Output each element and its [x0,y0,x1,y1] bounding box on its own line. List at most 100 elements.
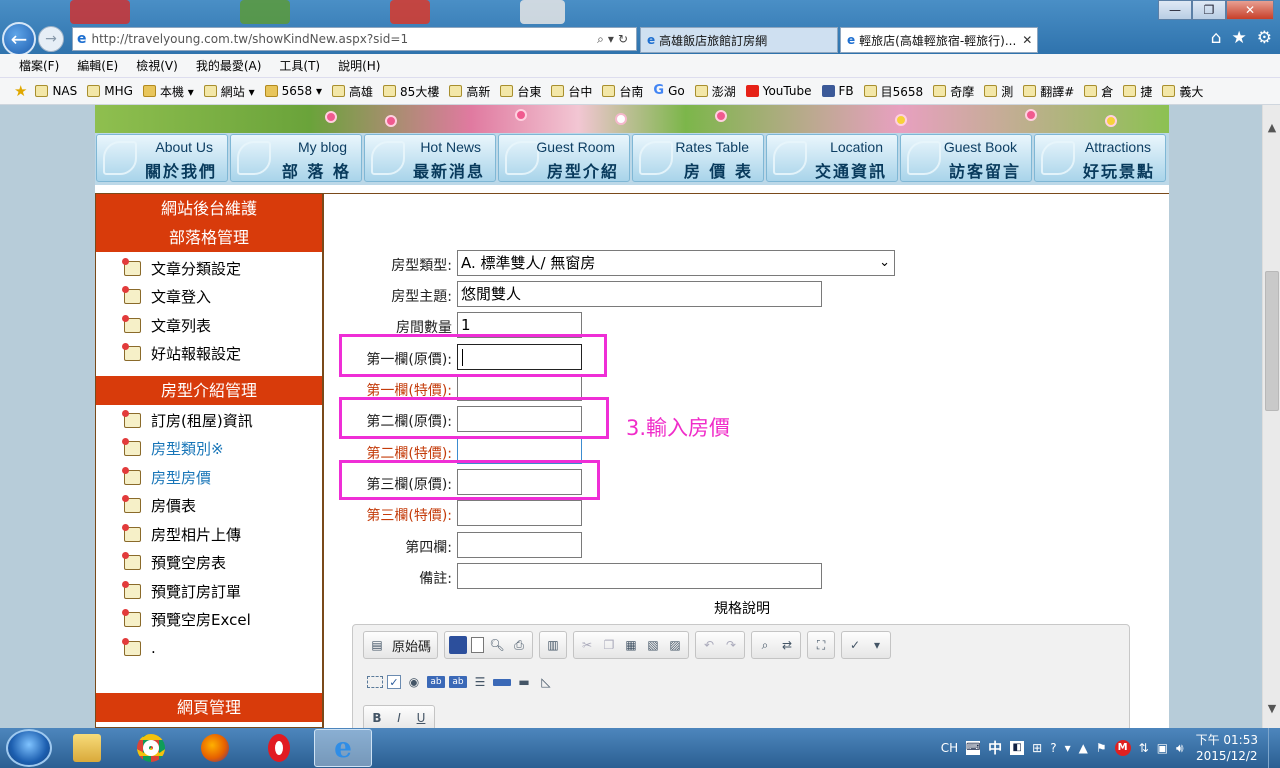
home-icon[interactable]: ⌂ [1211,28,1222,48]
menu-favorites[interactable]: 我的最愛(A) [187,57,271,74]
menu-file[interactable]: 檔案(F) [10,57,68,74]
language-indicator[interactable]: CH [941,741,958,755]
copy-icon[interactable]: ❐ [600,636,618,654]
italic-icon[interactable]: I [390,709,408,727]
select-all-icon[interactable]: ⛶ [812,636,830,654]
col3-special-input[interactable] [457,500,582,526]
back-button[interactable]: ← [2,22,36,54]
refresh-icon[interactable]: ↻ [618,32,632,46]
favorite-item[interactable]: 測 [984,83,1013,100]
sidebar-item-room[interactable]: 房型相片上傳 [122,520,322,549]
notes-input[interactable] [457,563,822,589]
new-page-icon[interactable] [471,637,485,653]
sidebar-item-room[interactable]: 訂房(租屋)資訊 [122,406,322,435]
favorite-item[interactable]: 台中 [551,83,592,100]
paste-word-icon[interactable]: ▨ [666,636,684,654]
taskbar-ie[interactable]: e [314,729,372,767]
vertical-scrollbar[interactable]: ▲ ▼ [1262,105,1280,728]
topnav-button[interactable]: Guest Book 訪客留言 [900,134,1032,182]
topnav-button[interactable]: Hot News 最新消息 [364,134,496,182]
topnav-button[interactable]: Rates Table 房 價 表 [632,134,764,182]
source-icon[interactable]: ▤ [368,636,386,654]
room-subject-input[interactable]: 悠閒雙人 [457,281,822,307]
ime-icon[interactable]: ⌨ [966,741,981,755]
print-icon[interactable]: ⎙ [510,636,528,654]
spellcheck-icon[interactable]: ✓ [846,636,864,654]
scroll-down-icon[interactable]: ▼ [1263,700,1280,718]
textarea-icon[interactable]: ab [449,676,467,688]
favorite-item[interactable]: 高新 [449,83,490,100]
select-field-icon[interactable]: ☰ [471,673,489,691]
favorite-item[interactable]: G Go [653,83,684,100]
favorite-item[interactable]: 台南 [602,83,643,100]
paste-icon[interactable]: ▦ [622,636,640,654]
room-type-select[interactable]: A. 標準雙人/ 無窗房 ⌄ [457,250,895,276]
sidebar-item-blog[interactable]: 好站報報設定 [122,340,322,369]
replace-icon[interactable]: ⇄ [778,636,796,654]
hidden-field-icon[interactable]: ◺ [537,673,555,691]
close-button[interactable]: ✕ [1226,0,1274,20]
form-icon[interactable] [367,676,383,688]
sync-icon[interactable]: ⇅ [1139,741,1149,755]
ime-mode[interactable]: 中 [988,738,1002,758]
start-button[interactable] [6,729,52,767]
bold-icon[interactable]: B [368,709,386,727]
topnav-button[interactable]: About Us 關於我們 [96,134,228,182]
underline-icon[interactable]: U [412,709,430,727]
favorite-item[interactable]: 澎湖 [694,83,736,100]
source-button[interactable]: 原始碼 [390,636,433,655]
tab-hotel-booking[interactable]: e 高雄飯店旅館訂房網 [640,27,838,53]
forward-button[interactable]: → [38,26,64,52]
favorite-item[interactable]: 目5658 [863,83,923,100]
scroll-thumb[interactable] [1265,271,1279,411]
preview-icon[interactable]: 🔍︎ [488,636,506,654]
taskbar-opera[interactable] [250,729,308,767]
templates-icon[interactable]: ▥ [544,636,562,654]
topnav-button[interactable]: My blog 部 落 格 [230,134,362,182]
sidebar-item-blog[interactable]: 文章登入 [122,283,322,312]
favorite-item[interactable]: 捷 [1123,83,1152,100]
sidebar-item-room[interactable]: 房型房價 [122,463,322,492]
favorites-star-icon[interactable]: ★ [1232,28,1247,48]
search-icon[interactable]: ⌕ [597,32,608,46]
favorite-item[interactable]: 本機 ▾ [142,83,194,100]
undo-icon[interactable]: ↶ [700,636,718,654]
network-icon[interactable]: ▣ [1157,741,1168,755]
tab-close-icon[interactable]: ✕ [1016,33,1032,47]
tray-expand-icon[interactable]: ▲ [1079,741,1088,755]
ime-options-icon[interactable]: ⊞ [1032,741,1042,755]
sidebar-item-room[interactable]: 房型類別※ [122,435,322,464]
address-bar[interactable]: e http://travelyoung.com.tw/showKindNew.… [72,27,637,51]
menu-tools[interactable]: 工具(T) [270,57,329,74]
menu-help[interactable]: 說明(H) [329,57,389,74]
button-field-icon[interactable] [493,678,511,686]
menu-edit[interactable]: 編輯(E) [68,57,127,74]
halfwidth-icon[interactable]: ◧ [1010,741,1025,755]
favorite-item[interactable]: 倉 [1084,83,1113,100]
topnav-button[interactable]: Attractions 好玩景點 [1034,134,1166,182]
sidebar-item-room[interactable]: 房價表 [122,492,322,521]
find-icon[interactable]: ⌕ [756,636,774,654]
radio-icon[interactable]: ◉ [405,673,423,691]
sidebar-item-room[interactable]: . [122,634,322,663]
taskbar-firefox[interactable] [186,729,244,767]
favorite-item[interactable]: 奇摩 [933,83,974,100]
spellcheck-dropdown-icon[interactable]: ▾ [868,636,886,654]
tab-light-inn[interactable]: e 輕旅店(高雄輕旅宿-輕旅行)... ✕ [840,27,1038,53]
show-desktop-button[interactable] [1268,728,1280,768]
favorite-item[interactable]: 翻譯# [1023,83,1074,100]
sidebar-item-room[interactable]: 預覽訂房訂單 [122,577,322,606]
textfield-icon[interactable]: ab [427,676,445,688]
favorites-star-icon[interactable]: ★ [14,82,27,100]
minimize-button[interactable]: — [1158,0,1192,20]
favorite-item[interactable]: 5658 ▾ [264,83,322,100]
sidebar-item-room[interactable]: 預覽空房表 [122,549,322,578]
favorite-item[interactable]: 網站 ▾ [203,83,255,100]
taskbar-explorer[interactable] [58,729,116,767]
checkbox-icon[interactable]: ✓ [387,675,401,689]
maximize-button[interactable]: ❐ [1192,0,1226,20]
favorite-item[interactable]: FB [821,83,854,100]
antivirus-icon[interactable]: M [1114,740,1131,756]
address-tools[interactable]: ⌕▾↻ [597,32,636,47]
favorite-item[interactable]: 義大 [1162,83,1203,100]
